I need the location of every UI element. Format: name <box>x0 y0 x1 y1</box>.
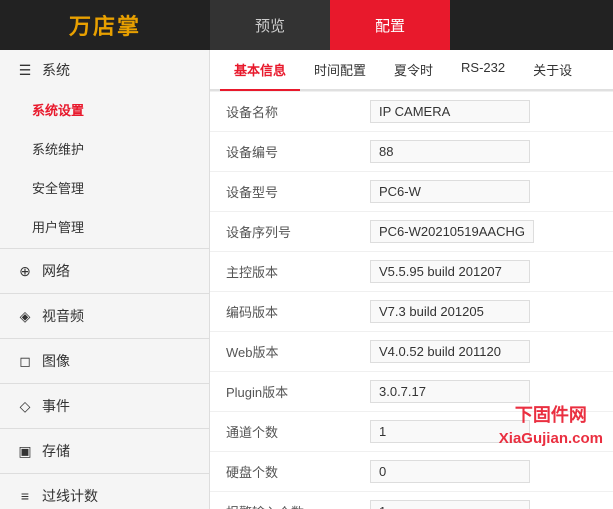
av-icon: ◈ <box>16 307 34 325</box>
info-row: 设备编号 88 <box>210 132 613 172</box>
sidebar-item-system-settings[interactable]: 系统设置 <box>0 90 209 129</box>
info-row: 设备序列号 PC6-W20210519AACHG <box>210 212 613 252</box>
sidebar-item-image[interactable]: ◻ 图像 <box>0 341 209 381</box>
info-value: 0 <box>360 452 613 491</box>
event-icon: ◇ <box>16 397 34 415</box>
sidebar-item-security[interactable]: 安全管理 <box>0 168 209 207</box>
sidebar-group-system: ☰ 系统 系统设置 系统维护 安全管理 用户管理 <box>0 50 209 246</box>
info-label: 编码版本 <box>210 294 360 329</box>
layout: ☰ 系统 系统设置 系统维护 安全管理 用户管理 ⊕ 网络 ◈ 视音频 <box>0 50 613 509</box>
info-value-box: V4.0.52 build 201120 <box>370 340 530 363</box>
info-value-box: PC6-W <box>370 180 530 203</box>
info-value: 1 <box>360 412 613 451</box>
info-row: 设备型号 PC6-W <box>210 172 613 212</box>
info-row: Plugin版本 3.0.7.17 <box>210 372 613 412</box>
info-row: 硬盘个数 0 <box>210 452 613 492</box>
logo: 万店掌 <box>69 9 141 41</box>
nav-tab-config[interactable]: 配置 <box>330 0 450 50</box>
sidebar-item-audio-video[interactable]: ◈ 视音频 <box>0 296 209 336</box>
info-value: IP CAMERA <box>360 92 613 131</box>
info-table: 设备名称 IP CAMERA 设备编号 88 设备型号 PC6-W 设备序列号 … <box>210 91 613 509</box>
image-icon: ◻ <box>16 352 34 370</box>
storage-icon: ▣ <box>16 442 34 460</box>
info-label: 设备序列号 <box>210 214 360 249</box>
info-row: Web版本 V4.0.52 build 201120 <box>210 332 613 372</box>
sidebar-item-user-management[interactable]: 用户管理 <box>0 207 209 246</box>
sidebar-item-storage[interactable]: ▣ 存储 <box>0 431 209 471</box>
info-label: Plugin版本 <box>210 374 360 409</box>
tab-basic-info[interactable]: 基本信息 <box>220 50 300 91</box>
info-label: Web版本 <box>210 334 360 369</box>
info-value: V5.5.95 build 201207 <box>360 252 613 291</box>
sidebar-item-network[interactable]: ⊕ 网络 <box>0 251 209 291</box>
info-value-box: IP CAMERA <box>370 100 530 123</box>
sidebar: ☰ 系统 系统设置 系统维护 安全管理 用户管理 ⊕ 网络 ◈ 视音频 <box>0 50 210 509</box>
info-label: 报警输入个数 <box>210 494 360 509</box>
info-value-box: V7.3 build 201205 <box>370 300 530 323</box>
info-value: PC6-W <box>360 172 613 211</box>
info-label: 硬盘个数 <box>210 454 360 489</box>
info-row: 报警输入个数 1 <box>210 492 613 509</box>
divider-2 <box>0 293 209 294</box>
info-label: 设备型号 <box>210 174 360 209</box>
info-row: 主控版本 V5.5.95 build 201207 <box>210 252 613 292</box>
tab-time-config[interactable]: 时间配置 <box>300 50 380 91</box>
info-value: V4.0.52 build 201120 <box>360 332 613 371</box>
info-value-box: 1 <box>370 500 530 509</box>
info-row: 编码版本 V7.3 build 201205 <box>210 292 613 332</box>
tab-dst[interactable]: 夏令时 <box>380 50 447 91</box>
header: 万店掌 预览 配置 <box>0 0 613 50</box>
tab-about[interactable]: 关于设 <box>519 50 586 91</box>
info-label: 设备编号 <box>210 134 360 169</box>
info-value-box: V5.5.95 build 201207 <box>370 260 530 283</box>
divider-5 <box>0 428 209 429</box>
main-content: 基本信息 时间配置 夏令时 RS-232 关于设 设备名称 IP CAMERA … <box>210 50 613 509</box>
sidebar-item-line-count[interactable]: ≡ 过线计数 <box>0 476 209 509</box>
info-value-box: 1 <box>370 420 530 443</box>
info-value: 88 <box>360 132 613 171</box>
line-count-icon: ≡ <box>16 487 34 505</box>
sidebar-item-event[interactable]: ◇ 事件 <box>0 386 209 426</box>
info-label: 设备名称 <box>210 94 360 129</box>
info-label: 通道个数 <box>210 414 360 449</box>
sidebar-item-system[interactable]: ☰ 系统 <box>0 50 209 90</box>
divider-4 <box>0 383 209 384</box>
info-value: 3.0.7.17 <box>360 372 613 411</box>
info-row: 通道个数 1 <box>210 412 613 452</box>
divider-1 <box>0 248 209 249</box>
divider-6 <box>0 473 209 474</box>
info-value: PC6-W20210519AACHG <box>360 212 613 251</box>
info-value-box: 0 <box>370 460 530 483</box>
info-value: V7.3 build 201205 <box>360 292 613 331</box>
info-value: 1 <box>360 492 613 509</box>
info-value-box: 88 <box>370 140 530 163</box>
info-row: 设备名称 IP CAMERA <box>210 91 613 132</box>
nav-tab-preview[interactable]: 预览 <box>210 0 330 50</box>
sidebar-item-system-maintenance[interactable]: 系统维护 <box>0 129 209 168</box>
divider-3 <box>0 338 209 339</box>
info-label: 主控版本 <box>210 254 360 289</box>
logo-area: 万店掌 <box>0 0 210 50</box>
info-value-box: 3.0.7.17 <box>370 380 530 403</box>
nav-tabs: 预览 配置 <box>210 0 613 50</box>
sub-tabs: 基本信息 时间配置 夏令时 RS-232 关于设 <box>210 50 613 91</box>
info-value-box: PC6-W20210519AACHG <box>370 220 534 243</box>
network-icon: ⊕ <box>16 262 34 280</box>
tab-rs232[interactable]: RS-232 <box>447 50 519 91</box>
system-icon: ☰ <box>16 61 34 79</box>
